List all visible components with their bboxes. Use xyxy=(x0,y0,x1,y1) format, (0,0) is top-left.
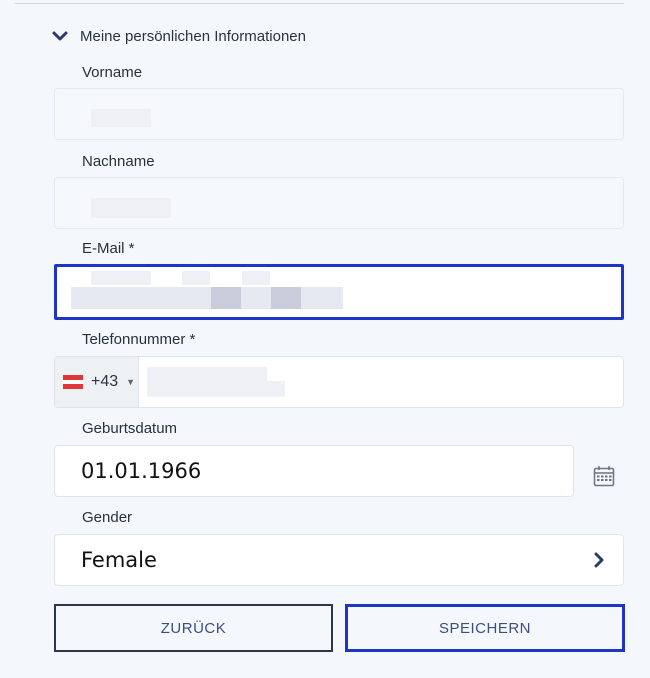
redacted-value xyxy=(147,367,267,381)
redacted-value xyxy=(182,271,210,285)
redacted-value xyxy=(241,287,271,309)
birthdate-field[interactable]: 01.01.1966 xyxy=(54,445,574,497)
email-label: E-Mail * xyxy=(82,240,135,257)
last-name-field[interactable] xyxy=(54,177,624,229)
chevron-down-icon xyxy=(52,31,68,42)
back-button[interactable]: ZURÜCK xyxy=(54,604,333,652)
phone-label: Telefonnummer * xyxy=(82,331,196,348)
gender-label: Gender xyxy=(82,509,133,526)
austria-flag-icon xyxy=(63,375,83,390)
birthdate-label: Geburtsdatum xyxy=(82,420,178,437)
phone-field[interactable]: +43 ▼ xyxy=(54,356,624,408)
redacted-value xyxy=(301,287,343,309)
last-name-label: Nachname xyxy=(82,153,155,170)
redacted-value xyxy=(71,287,211,309)
first-name-label: Vorname xyxy=(82,64,143,81)
redacted-value xyxy=(211,287,241,309)
gender-value: Female xyxy=(81,548,157,572)
email-field[interactable] xyxy=(54,264,624,320)
redacted-value xyxy=(271,287,301,309)
save-button[interactable]: SPEICHERN xyxy=(345,604,625,652)
first-name-field[interactable] xyxy=(54,88,624,140)
redacted-value xyxy=(242,271,270,285)
redacted-value xyxy=(147,381,285,397)
chevron-right-icon xyxy=(593,552,605,573)
top-divider xyxy=(14,3,624,4)
caret-down-icon: ▼ xyxy=(126,377,136,387)
birthdate-value: 01.01.1966 xyxy=(81,459,202,483)
redacted-value xyxy=(91,109,151,127)
redacted-value xyxy=(91,198,171,218)
calendar-icon[interactable] xyxy=(593,465,615,492)
country-code-value: +43 xyxy=(91,373,119,390)
gender-select[interactable]: Female xyxy=(54,534,624,586)
country-code-select[interactable]: +43 ▼ xyxy=(55,357,139,407)
section-title: Meine persönlichen Informationen xyxy=(80,27,306,45)
redacted-value xyxy=(91,271,151,285)
section-toggle-personal-info[interactable]: Meine persönlichen Informationen xyxy=(52,26,306,46)
